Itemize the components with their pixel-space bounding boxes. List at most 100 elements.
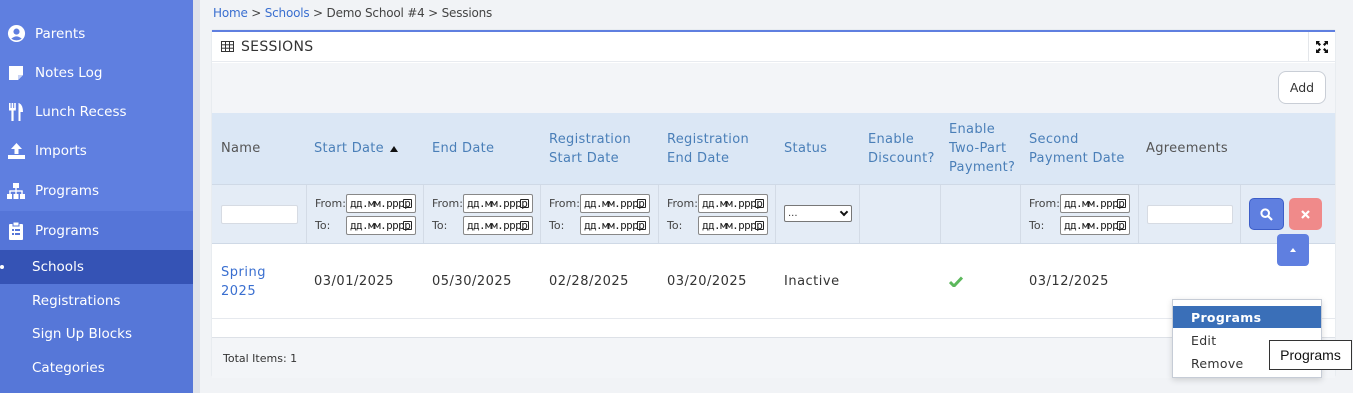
sidebar-subitem-registrations[interactable]: Registrations bbox=[0, 284, 193, 318]
date-placeholder: дд.мм.рррр bbox=[350, 196, 411, 210]
to-label: To: bbox=[549, 218, 565, 232]
name-filter-input[interactable] bbox=[221, 205, 298, 224]
reg-start-from-input[interactable]: дд.мм.рррр bbox=[580, 193, 650, 213]
column-header-two-part-payment[interactable]: Enable Two-Part Payment? bbox=[949, 113, 1025, 184]
second-payment-to-input[interactable]: дд.мм.рррр bbox=[1060, 215, 1130, 235]
filter-cell-discount bbox=[860, 185, 941, 243]
filter-cell-two-part bbox=[941, 185, 1021, 243]
expand-icon[interactable] bbox=[1308, 32, 1335, 61]
sidebar-item-label: Notes Log bbox=[35, 64, 103, 81]
table-header: Name Start Date End Date Registration St… bbox=[212, 113, 1335, 184]
start-date-from-input[interactable]: дд.мм.рррр bbox=[346, 193, 416, 213]
sidebar-item-notes-log[interactable]: Notes Log bbox=[0, 53, 193, 92]
search-button[interactable] bbox=[1249, 198, 1284, 230]
second-payment-from-input[interactable]: дд.мм.рррр bbox=[1060, 193, 1130, 213]
end-date-from-input[interactable]: дд.мм.рррр bbox=[463, 193, 533, 213]
table-row: Spring 2025 03/01/2025 05/30/2025 02/28/… bbox=[212, 244, 1335, 319]
breadcrumb-separator: > bbox=[247, 6, 265, 20]
date-placeholder: дд.мм.рррр bbox=[702, 218, 763, 232]
calendar-icon bbox=[1117, 220, 1126, 230]
column-label: Registration End Date bbox=[667, 131, 749, 166]
column-header-end-date[interactable]: End Date bbox=[432, 113, 542, 184]
date-placeholder: дд.мм.рррр bbox=[584, 196, 645, 210]
sitemap-icon bbox=[6, 181, 26, 201]
sidebar-item-label: Lunch Recess bbox=[35, 103, 127, 120]
column-label: End Date bbox=[432, 141, 495, 156]
sort-ascending-icon bbox=[389, 145, 398, 152]
column-label: Name bbox=[221, 141, 261, 156]
reg-end-from-input[interactable]: дд.мм.рррр bbox=[698, 193, 768, 213]
from-label: From: bbox=[1029, 196, 1060, 210]
filter-cell-start-date: From: дд.мм.рррр To: дд.мм.рррр bbox=[307, 185, 424, 243]
clear-filters-button[interactable] bbox=[1289, 198, 1322, 230]
panel-title: SESSIONS bbox=[241, 38, 314, 55]
sidebar-item-imports[interactable]: Imports bbox=[0, 131, 193, 170]
sidebar-item-lunch-recess[interactable]: Lunch Recess bbox=[0, 92, 193, 131]
filter-row: From: дд.мм.рррр To: дд.мм.рррр From: дд.мм… bbox=[212, 184, 1335, 244]
reg-end-to-input[interactable]: дд.мм.рррр bbox=[698, 215, 768, 235]
note-icon bbox=[6, 63, 26, 83]
breadcrumb-home[interactable]: Home bbox=[213, 6, 248, 20]
table-icon bbox=[221, 41, 234, 52]
clipboard-icon bbox=[6, 221, 26, 241]
cell-start-date: 03/01/2025 bbox=[314, 274, 394, 289]
cell-two-part-payment bbox=[949, 244, 963, 319]
start-date-to-input[interactable]: дд.мм.рррр bbox=[346, 215, 416, 235]
from-label: From: bbox=[432, 196, 463, 210]
sidebar-subitem-label: Sign Up Blocks bbox=[32, 326, 133, 342]
caret-up-icon bbox=[1290, 248, 1296, 252]
menu-item-programs[interactable]: Programs bbox=[1173, 306, 1321, 328]
sidebar-subitem-label: Categories bbox=[32, 360, 105, 376]
from-label: From: bbox=[315, 196, 346, 210]
search-icon bbox=[1260, 207, 1273, 221]
cell-second-payment-date: 03/12/2025 bbox=[1029, 274, 1109, 289]
sidebar: Parents Notes Log Lunch Recess Imports P… bbox=[0, 0, 193, 393]
sidebar-item-parents[interactable]: Parents bbox=[0, 14, 193, 53]
breadcrumb-schools[interactable]: Schools bbox=[265, 6, 310, 20]
table-footer: Total Items: 1 bbox=[212, 337, 1335, 378]
sidebar-subitem-schools[interactable]: Schools bbox=[0, 250, 193, 284]
column-header-name[interactable]: Name bbox=[221, 113, 311, 184]
column-header-registration-end-date[interactable]: Registration End Date bbox=[667, 113, 777, 184]
date-placeholder: дд.мм.рррр bbox=[1064, 196, 1125, 210]
close-icon bbox=[1301, 209, 1310, 219]
registration-end-range: From: дд.мм.рррр To: дд.мм.рррр bbox=[667, 193, 768, 237]
column-label: Enable Discount? bbox=[868, 131, 935, 166]
add-button[interactable]: Add bbox=[1278, 71, 1326, 104]
column-label: Status bbox=[784, 141, 828, 156]
breadcrumb-separator: > bbox=[309, 6, 327, 20]
agreements-filter-input[interactable] bbox=[1147, 205, 1233, 224]
column-header-start-date[interactable]: Start Date bbox=[314, 113, 429, 184]
reg-start-to-input[interactable]: дд.мм.рррр bbox=[580, 215, 650, 235]
sidebar-item-partial[interactable] bbox=[0, 0, 193, 5]
filter-cell-status: ... bbox=[776, 185, 860, 243]
date-placeholder: дд.мм.рррр bbox=[467, 218, 528, 232]
date-placeholder: дд.мм.рррр bbox=[1064, 218, 1125, 232]
column-label: Second Payment Date bbox=[1029, 131, 1125, 166]
calendar-icon bbox=[755, 220, 764, 230]
date-placeholder: дд.мм.рррр bbox=[584, 218, 645, 232]
column-header-enable-discount[interactable]: Enable Discount? bbox=[868, 113, 944, 184]
filter-cell-registration-start: From: дд.мм.рррр To: дд.мм.рррр bbox=[541, 185, 659, 243]
sidebar-item-programs[interactable]: Programs bbox=[0, 171, 193, 210]
filter-cell-name bbox=[212, 185, 307, 243]
calendar-icon bbox=[520, 198, 529, 208]
session-name-link[interactable]: Spring 2025 bbox=[221, 244, 281, 319]
sidebar-item-programs-expanded[interactable]: Programs bbox=[0, 211, 193, 250]
registration-start-range: From: дд.мм.рррр To: дд.мм.рррр bbox=[549, 193, 650, 237]
column-header-registration-start-date[interactable]: Registration Start Date bbox=[549, 113, 659, 184]
calendar-icon bbox=[637, 220, 646, 230]
sidebar-subitem-sign-up-blocks[interactable]: Sign Up Blocks bbox=[0, 317, 193, 351]
end-date-to-input[interactable]: дд.мм.рррр bbox=[463, 215, 533, 235]
column-header-agreements[interactable]: Agreements bbox=[1146, 113, 1246, 184]
sidebar-subitem-categories[interactable]: Categories bbox=[0, 351, 193, 385]
row-actions-button[interactable] bbox=[1277, 234, 1309, 266]
status-filter-select[interactable]: ... bbox=[784, 205, 852, 222]
filter-cell-agreements bbox=[1139, 185, 1241, 243]
column-header-second-payment-date[interactable]: Second Payment Date bbox=[1029, 113, 1139, 184]
calendar-icon bbox=[520, 220, 529, 230]
from-label: From: bbox=[667, 196, 698, 210]
chevron-down-icon bbox=[839, 207, 849, 217]
column-header-status[interactable]: Status bbox=[784, 113, 864, 184]
user-circle-icon bbox=[6, 24, 26, 44]
